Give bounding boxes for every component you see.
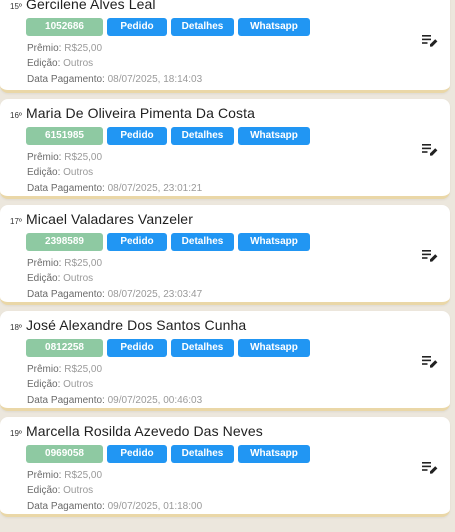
whatsapp-button[interactable]: Whatsapp: [238, 445, 310, 463]
premio-row: Prêmio: R$25,00: [27, 152, 102, 163]
ticket-code-badge: 0969058: [26, 445, 103, 463]
data-pagamento-row: Data Pagamento: 08/07/2025, 23:03:47: [27, 289, 202, 300]
edicao-row: Edição: Outros: [27, 485, 93, 496]
card-title-row: 16º Maria De Oliveira Pimenta Da Costa: [10, 105, 255, 121]
edicao-label: Edição:: [27, 167, 61, 178]
whatsapp-button[interactable]: Whatsapp: [238, 18, 310, 36]
position-rank: 19º: [10, 429, 22, 438]
card-actions: 0969058 Pedido Detalhes Whatsapp: [26, 445, 310, 463]
data-pagamento-value: 09/07/2025, 01:18:00: [107, 501, 203, 512]
winner-name: Gercilene Alves Leal: [26, 0, 156, 12]
edit-list-icon[interactable]: [422, 143, 438, 157]
premio-row: Prêmio: R$25,00: [27, 470, 102, 481]
card-title-row: 17º Micael Valadares Vanzeler: [10, 211, 193, 227]
winner-name: José Alexandre Dos Santos Cunha: [26, 317, 247, 333]
edicao-row: Edição: Outros: [27, 379, 93, 390]
detalhes-button[interactable]: Detalhes: [171, 233, 234, 251]
edicao-value: Outros: [63, 485, 94, 496]
data-pagamento-row: Data Pagamento: 08/07/2025, 18:14:03: [27, 74, 202, 85]
edicao-label: Edição:: [27, 58, 61, 69]
whatsapp-button[interactable]: Whatsapp: [238, 339, 310, 357]
card-title-row: 19º Marcella Rosilda Azevedo Das Neves: [10, 423, 263, 439]
card-actions: 2398589 Pedido Detalhes Whatsapp: [26, 233, 310, 251]
winner-card: 17º Micael Valadares Vanzeler 2398589 Pe…: [0, 205, 450, 305]
pedido-button[interactable]: Pedido: [107, 445, 167, 463]
data-pagamento-value: 09/07/2025, 00:46:03: [107, 395, 203, 406]
winner-card: 15º Gercilene Alves Leal 1052686 Pedido …: [0, 0, 450, 93]
detalhes-button[interactable]: Detalhes: [171, 445, 234, 463]
whatsapp-button[interactable]: Whatsapp: [238, 127, 310, 145]
data-pagamento-value: 08/07/2025, 23:03:47: [107, 289, 203, 300]
premio-value: R$25,00: [64, 364, 103, 375]
premio-label: Prêmio:: [27, 364, 62, 375]
data-pagamento-label: Data Pagamento:: [27, 289, 105, 300]
winner-name: Micael Valadares Vanzeler: [26, 211, 193, 227]
winner-name: Marcella Rosilda Azevedo Das Neves: [26, 423, 263, 439]
edicao-value: Outros: [63, 273, 94, 284]
whatsapp-button[interactable]: Whatsapp: [238, 233, 310, 251]
premio-label: Prêmio:: [27, 152, 62, 163]
ticket-code-badge: 2398589: [26, 233, 103, 251]
detalhes-button[interactable]: Detalhes: [171, 18, 234, 36]
edit-list-icon[interactable]: [422, 355, 438, 369]
position-rank: 15º: [10, 2, 22, 11]
premio-row: Prêmio: R$25,00: [27, 43, 102, 54]
ticket-code-badge: 1052686: [26, 18, 103, 36]
edit-list-icon[interactable]: [422, 34, 438, 48]
position-rank: 18º: [10, 323, 22, 332]
ticket-code-badge: 6151985: [26, 127, 103, 145]
edicao-value: Outros: [63, 167, 94, 178]
premio-label: Prêmio:: [27, 43, 62, 54]
data-pagamento-row: Data Pagamento: 08/07/2025, 23:01:21: [27, 183, 202, 194]
data-pagamento-row: Data Pagamento: 09/07/2025, 00:46:03: [27, 395, 202, 406]
pedido-button[interactable]: Pedido: [107, 233, 167, 251]
winner-card: 16º Maria De Oliveira Pimenta Da Costa 6…: [0, 99, 450, 199]
pedido-button[interactable]: Pedido: [107, 127, 167, 145]
data-pagamento-row: Data Pagamento: 09/07/2025, 01:18:00: [27, 501, 202, 512]
card-actions: 1052686 Pedido Detalhes Whatsapp: [26, 18, 310, 36]
premio-value: R$25,00: [64, 152, 103, 163]
premio-value: R$25,00: [64, 258, 103, 269]
premio-label: Prêmio:: [27, 258, 62, 269]
detalhes-button[interactable]: Detalhes: [171, 339, 234, 357]
winner-card: 19º Marcella Rosilda Azevedo Das Neves 0…: [0, 417, 450, 517]
data-pagamento-label: Data Pagamento:: [27, 501, 105, 512]
edit-list-icon[interactable]: [422, 461, 438, 475]
data-pagamento-value: 08/07/2025, 18:14:03: [107, 74, 203, 85]
premio-value: R$25,00: [64, 43, 103, 54]
edicao-value: Outros: [63, 379, 94, 390]
pedido-button[interactable]: Pedido: [107, 18, 167, 36]
card-title-row: 18º José Alexandre Dos Santos Cunha: [10, 317, 246, 333]
edicao-value: Outros: [63, 58, 94, 69]
winner-name: Maria De Oliveira Pimenta Da Costa: [26, 105, 256, 121]
edicao-row: Edição: Outros: [27, 167, 93, 178]
edicao-label: Edição:: [27, 379, 61, 390]
data-pagamento-label: Data Pagamento:: [27, 183, 105, 194]
card-actions: 0812258 Pedido Detalhes Whatsapp: [26, 339, 310, 357]
edicao-row: Edição: Outros: [27, 273, 93, 284]
edicao-row: Edição: Outros: [27, 58, 93, 69]
premio-label: Prêmio:: [27, 470, 62, 481]
winner-card: 18º José Alexandre Dos Santos Cunha 0812…: [0, 311, 450, 411]
premio-row: Prêmio: R$25,00: [27, 364, 102, 375]
premio-value: R$25,00: [64, 470, 103, 481]
edicao-label: Edição:: [27, 273, 61, 284]
detalhes-button[interactable]: Detalhes: [171, 127, 234, 145]
card-actions: 6151985 Pedido Detalhes Whatsapp: [26, 127, 310, 145]
winners-list: 15º Gercilene Alves Leal 1052686 Pedido …: [0, 0, 455, 532]
card-title-row: 15º Gercilene Alves Leal: [10, 0, 156, 12]
pedido-button[interactable]: Pedido: [107, 339, 167, 357]
data-pagamento-label: Data Pagamento:: [27, 395, 105, 406]
data-pagamento-label: Data Pagamento:: [27, 74, 105, 85]
premio-row: Prêmio: R$25,00: [27, 258, 102, 269]
position-rank: 17º: [10, 217, 22, 226]
position-rank: 16º: [10, 111, 22, 120]
edicao-label: Edição:: [27, 485, 61, 496]
edit-list-icon[interactable]: [422, 249, 438, 263]
data-pagamento-value: 08/07/2025, 23:01:21: [107, 183, 203, 194]
ticket-code-badge: 0812258: [26, 339, 103, 357]
